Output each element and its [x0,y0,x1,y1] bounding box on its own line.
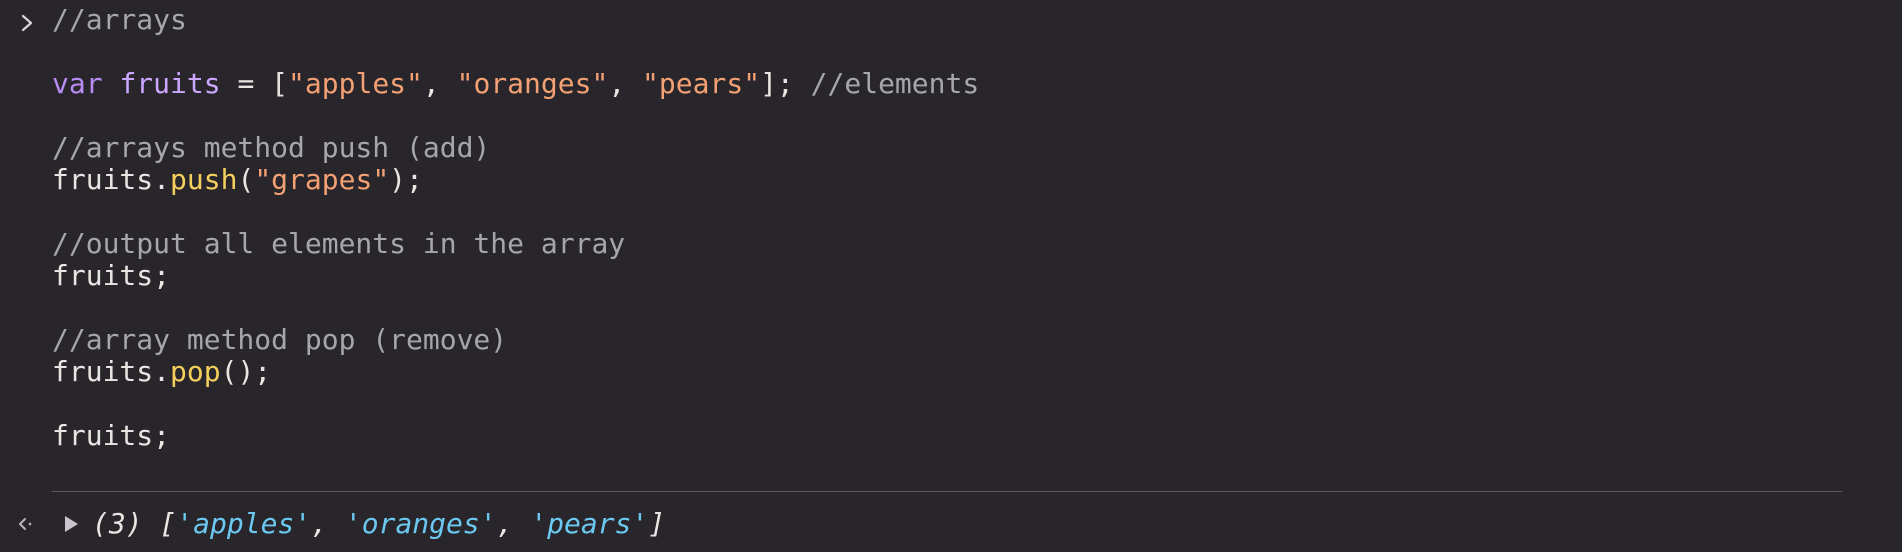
return-arrow-icon [19,518,32,530]
code-token-plain: , [422,67,457,100]
code-token-plain: fruits. [52,355,171,388]
console-output-entry: (3) ['apples', 'oranges', 'pears'] [0,508,1902,540]
code-token-comment: //arrays method push (add) [52,131,491,164]
code-token-comment: //array method pop (remove) [52,323,508,356]
array-item: 'pears' [530,507,649,540]
array-item: 'oranges' [344,507,497,540]
array-item: 'apples' [176,507,312,540]
chevron-right-icon [21,14,33,32]
code-token-var: fruits [119,67,221,100]
code-token-plain: ( [237,163,255,196]
array-open-bracket: [ [142,507,177,540]
devtools-console: //arrays var fruits = ["apples", "oranges… [0,0,1902,552]
array-close-bracket: ] [648,507,666,540]
code-line: //array method pop (remove) [52,324,979,356]
code-token-method: pop [170,355,221,388]
code-token-comment: //elements [810,67,980,100]
code-token-plain: , [608,67,643,100]
code-line: //output all elements in the array [52,228,979,260]
code-token-string: "apples" [288,67,423,100]
array-separator: , [496,507,531,540]
array-length: (3) [92,507,143,540]
code-token-string: "grapes" [254,163,390,196]
code-line: fruits.pop(); [52,356,979,388]
code-token-string: "oranges" [456,67,609,100]
code-token-plain: = [ [220,67,289,100]
code-token-comment: //arrays [52,3,187,36]
code-token-plain: fruits. [52,163,171,196]
code-token-keyword: var [52,67,103,100]
array-separator: , [311,507,345,540]
code-block[interactable]: //arrays var fruits = ["apples", "oranges… [52,4,979,452]
code-line: fruits; [52,420,979,452]
code-token-method: push [170,163,238,196]
code-token-plain: fruits; [52,419,171,452]
code-line: var fruits = ["apples", "oranges", "pear… [52,68,979,100]
code-token-plain: fruits; [52,259,171,292]
array-result[interactable]: (3) ['apples', 'oranges', 'pears'] [92,508,665,540]
code-token-comment: //output all elements in the array [52,227,626,260]
code-line: fruits.push("grapes"); [52,164,979,196]
code-line: //arrays method push (add) [52,132,979,164]
code-token-plain: (); [220,355,272,388]
code-token-plain: ); [389,163,423,196]
entry-divider [52,491,1842,492]
code-line: //arrays [52,4,979,36]
expand-triangle-icon[interactable] [62,515,80,533]
code-token-string: "pears" [642,67,761,100]
code-token-plain: ]; [760,67,811,100]
code-line: fruits; [52,260,979,292]
